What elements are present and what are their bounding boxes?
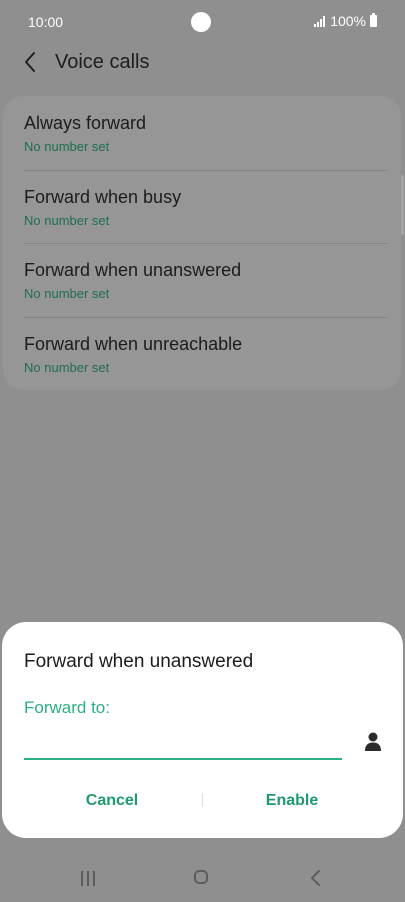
forward-number-dialog: Forward when unanswered Forward to: Canc… <box>2 622 403 838</box>
list-item-forward-when-unanswered[interactable]: Forward when unanswered No number set <box>3 243 401 316</box>
list-item-title: Always forward <box>24 113 147 133</box>
status-time: 10:00 <box>28 14 64 30</box>
list-item-subtitle: No number set <box>24 213 110 228</box>
forward-number-input[interactable] <box>24 728 342 760</box>
list-item-subtitle: No number set <box>24 286 110 301</box>
button-divider <box>202 793 203 807</box>
screen: 10:00 100% Voice calls Always forward No… <box>0 0 405 902</box>
battery-icon <box>370 13 377 27</box>
front-camera <box>191 12 211 32</box>
recent-apps-icon[interactable] <box>81 871 95 886</box>
list-item-subtitle: No number set <box>24 360 110 375</box>
forward-to-label: Forward to: <box>24 698 110 717</box>
list-item-forward-when-busy[interactable]: Forward when busy No number set <box>3 170 401 243</box>
dialog-title: Forward when unanswered <box>24 651 254 672</box>
list-item-always-forward[interactable]: Always forward No number set <box>3 96 401 169</box>
forwarding-options-list: Always forward No number set Forward whe… <box>3 96 401 390</box>
home-icon[interactable] <box>194 870 208 884</box>
status-indicators: 100% <box>314 13 377 29</box>
list-item-forward-when-unreachable[interactable]: Forward when unreachable No number set <box>3 317 401 390</box>
list-item-title: Forward when unreachable <box>24 334 243 354</box>
nav-back-icon[interactable] <box>309 869 323 887</box>
list-item-subtitle: No number set <box>24 139 110 154</box>
status-bar: 10:00 100% <box>0 0 405 44</box>
cancel-button[interactable]: Cancel <box>32 786 192 816</box>
enable-button[interactable]: Enable <box>212 786 372 816</box>
page-title: Voice calls <box>55 51 150 73</box>
app-header: Voice calls <box>0 42 405 82</box>
contact-person-icon[interactable] <box>363 731 383 753</box>
battery-percentage: 100% <box>330 13 366 29</box>
system-navigation-bar <box>0 850 405 902</box>
list-item-title: Forward when unanswered <box>24 260 242 280</box>
signal-icon <box>314 15 326 27</box>
list-item-title: Forward when busy <box>24 187 182 207</box>
scrollbar[interactable] <box>401 175 404 235</box>
back-chevron-icon[interactable] <box>20 50 40 74</box>
